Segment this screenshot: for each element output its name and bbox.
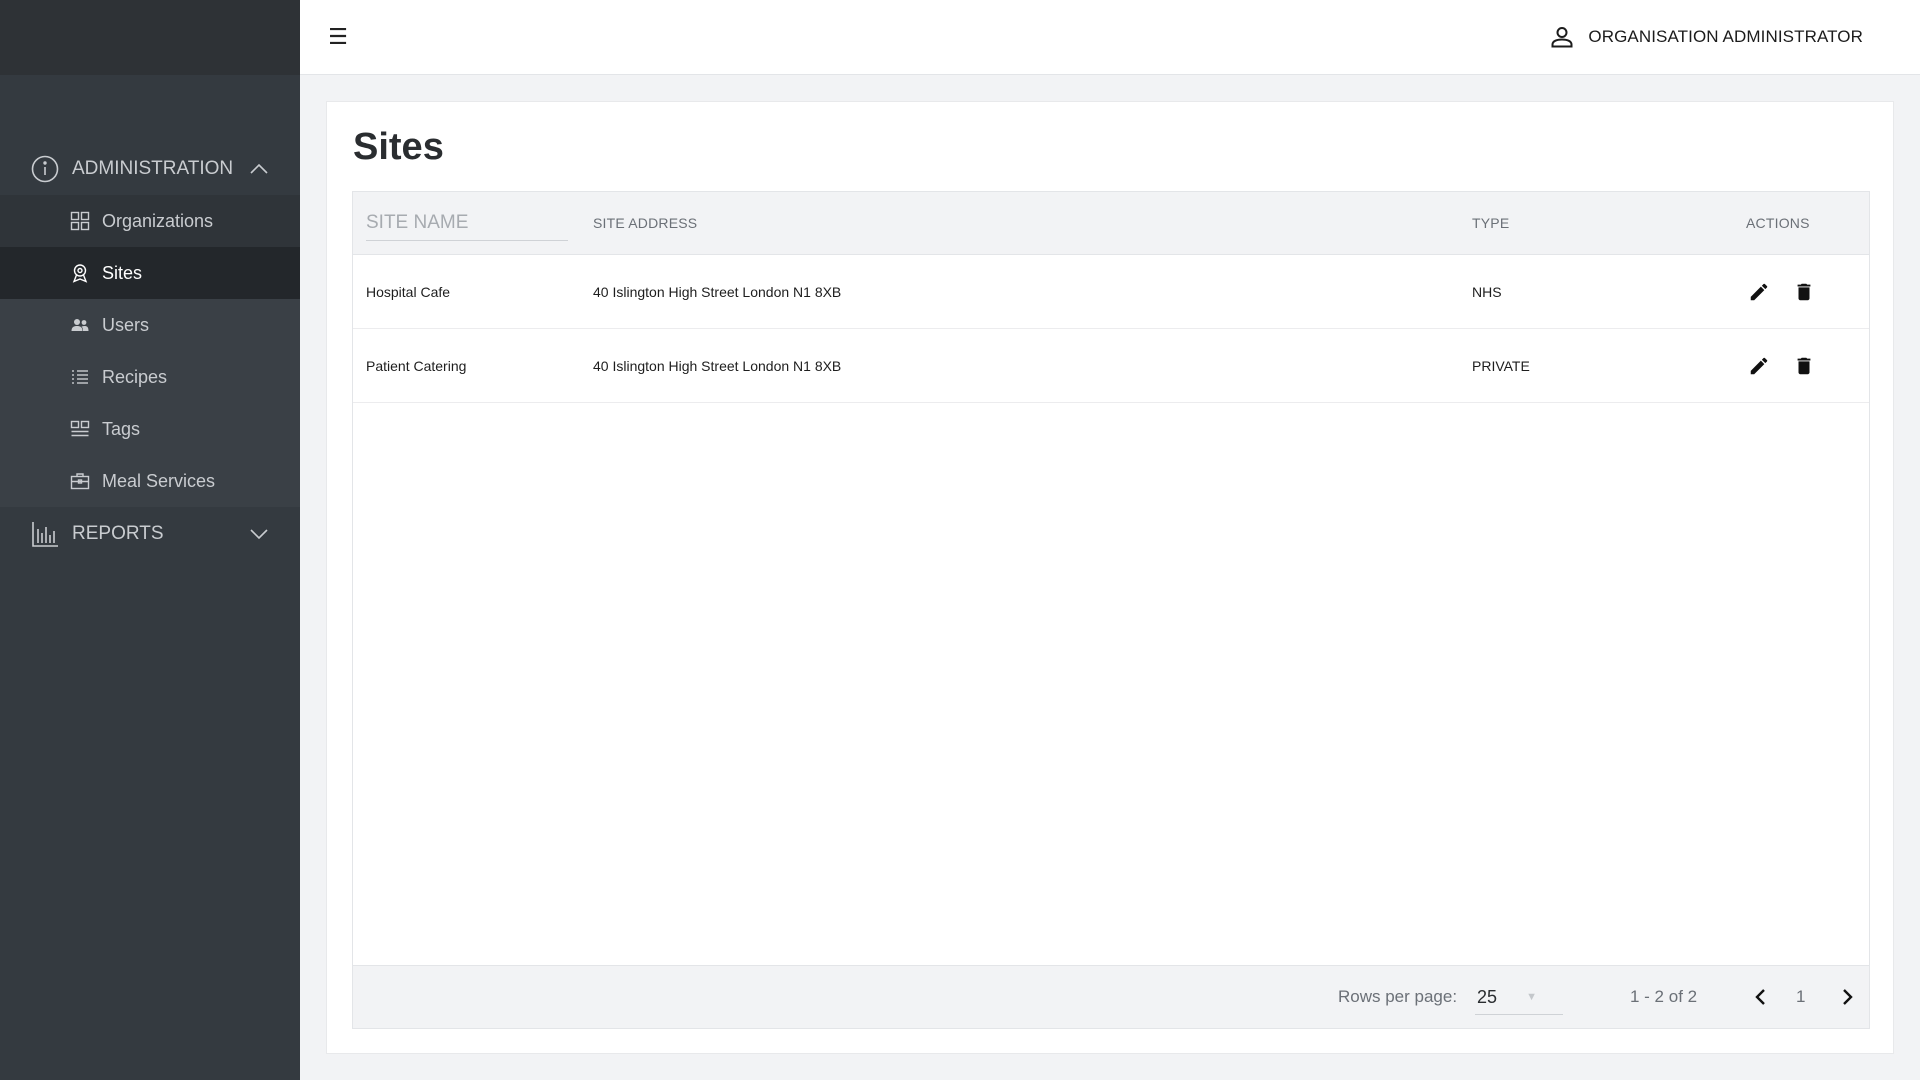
sidebar: ADMINISTRATION Organizations Sites Users… <box>0 0 300 1080</box>
header-type: TYPE <box>1472 215 1510 231</box>
chevron-down-icon[interactable] <box>248 523 270 545</box>
bar-chart-icon <box>30 519 60 549</box>
site-type-cell: NHS <box>1472 283 1502 300</box>
tags-grid-icon <box>70 419 90 439</box>
sidebar-item-tags[interactable]: Tags <box>0 403 300 455</box>
pagination-range: 1 - 2 of 2 <box>1630 987 1698 1006</box>
site-name-cell: Hospital Cafe <box>366 283 451 300</box>
sidebar-item-meal-services[interactable]: Meal Services <box>0 455 300 507</box>
nav-section-label: REPORTS <box>72 522 164 544</box>
delete-icon[interactable] <box>1791 353 1817 379</box>
caret-down-icon: ▼ <box>1526 991 1537 1003</box>
rows-per-page-value: 25 <box>1477 986 1498 1007</box>
administration-subnav: Organizations Sites Users Recipes Tags M… <box>0 195 300 507</box>
site-name-search-input[interactable] <box>366 205 568 241</box>
grid-icon <box>70 211 90 231</box>
briefcase-icon <box>70 471 90 491</box>
list-icon <box>70 367 90 387</box>
nav-section-label: ADMINISTRATION <box>72 157 234 179</box>
header-site-address: SITE ADDRESS <box>593 215 698 231</box>
nav-section-reports[interactable]: REPORTS <box>0 507 300 560</box>
row-actions <box>1746 353 1836 379</box>
location-badge-icon <box>70 263 90 283</box>
chevron-right-icon[interactable] <box>1835 985 1859 1009</box>
person-icon <box>1548 23 1576 51</box>
site-address-cell: 40 Islington High Street London N1 8XB <box>593 283 842 300</box>
sidebar-item-label: Organizations <box>102 210 214 231</box>
edit-icon[interactable] <box>1746 279 1772 305</box>
info-icon <box>30 154 60 184</box>
sidebar-item-label: Tags <box>102 418 141 439</box>
site-name-filter <box>366 205 568 241</box>
edit-icon[interactable] <box>1746 353 1772 379</box>
hamburger-menu-icon[interactable]: ☰ <box>326 24 350 50</box>
sidebar-logo-area <box>0 0 300 75</box>
table-header: SITE ADDRESS TYPE ACTIONS <box>353 192 1869 255</box>
table-row: Hospital Cafe 40 Islington High Street L… <box>353 255 1869 329</box>
user-menu[interactable]: ORGANISATION ADMINISTRATOR <box>1548 23 1863 51</box>
site-address-cell: 40 Islington High Street London N1 8XB <box>593 357 842 374</box>
chevron-left-icon[interactable] <box>1749 985 1773 1009</box>
sidebar-item-recipes[interactable]: Recipes <box>0 351 300 403</box>
rows-per-page-label: Rows per page: <box>1338 987 1458 1006</box>
sidebar-item-users[interactable]: Users <box>0 299 300 351</box>
row-actions <box>1746 279 1836 305</box>
sidebar-item-label: Recipes <box>102 366 168 387</box>
table-row: Patient Catering 40 Islington High Stree… <box>353 329 1869 403</box>
site-name-cell: Patient Catering <box>366 357 467 374</box>
rows-per-page-select[interactable]: 25 ▼ <box>1475 980 1563 1015</box>
delete-icon[interactable] <box>1791 279 1817 305</box>
site-type-cell: PRIVATE <box>1472 357 1530 374</box>
chevron-up-icon[interactable] <box>248 158 270 180</box>
users-icon <box>70 315 90 335</box>
top-bar: ☰ ORGANISATION ADMINISTRATOR <box>300 0 1920 75</box>
nav-section-administration[interactable]: ADMINISTRATION <box>0 142 300 195</box>
sites-table: SITE ADDRESS TYPE ACTIONS Hospital Cafe … <box>352 191 1870 1029</box>
sidebar-item-organizations[interactable]: Organizations <box>0 195 300 247</box>
sidebar-item-sites[interactable]: Sites <box>0 247 300 299</box>
sites-card: Sites SITE ADDRESS TYPE ACTIONS Hospital… <box>326 101 1894 1054</box>
table-pagination: Rows per page: 25 ▼ 1 - 2 of 2 1 <box>353 965 1869 1028</box>
sidebar-item-label: Sites <box>102 262 143 283</box>
current-page[interactable]: 1 <box>1796 987 1805 1007</box>
page-title: Sites <box>353 126 444 168</box>
sidebar-item-label: Meal Services <box>102 470 216 491</box>
header-actions: ACTIONS <box>1746 215 1810 231</box>
user-role-label: ORGANISATION ADMINISTRATOR <box>1588 27 1863 46</box>
sidebar-item-label: Users <box>102 314 150 335</box>
